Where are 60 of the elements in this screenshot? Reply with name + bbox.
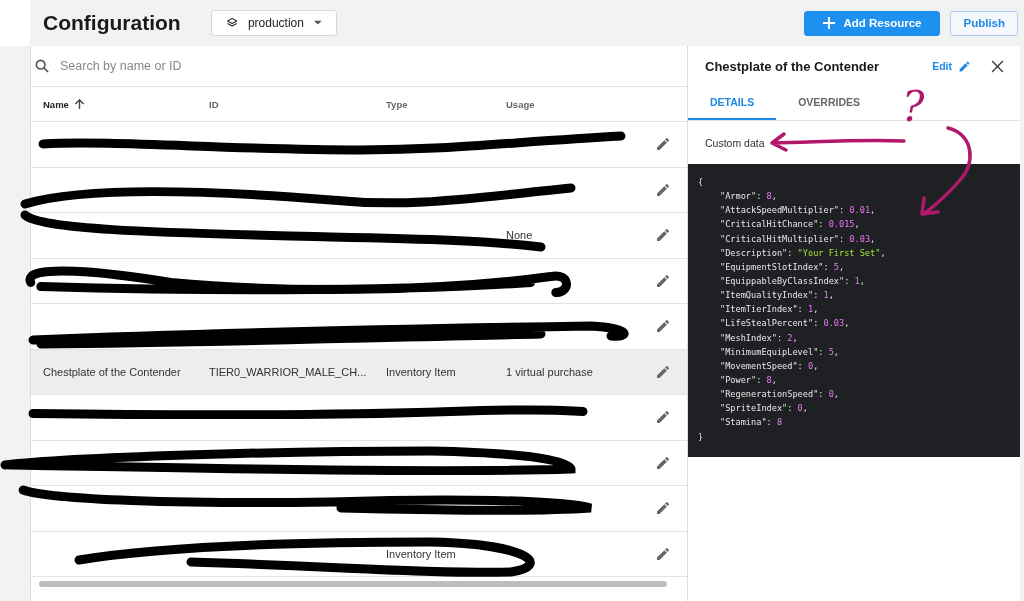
publish-button[interactable]: Publish <box>950 10 1018 36</box>
name-cell-text: Chestplate of the Contender <box>42 365 182 378</box>
column-header[interactable]: ID <box>209 98 386 110</box>
type-cell-text: Inventory Item <box>386 365 457 378</box>
code-line: "CriticalHitMultiplier": 0.03, <box>719 232 877 246</box>
code-line: "SpriteIndex": 0, <box>719 402 809 416</box>
add-resource-button[interactable]: Add Resource <box>804 10 941 36</box>
environment-dropdown[interactable]: production <box>210 10 337 36</box>
close-icon[interactable] <box>991 59 1004 73</box>
search-icon <box>34 58 50 74</box>
question-mark: ? <box>902 86 925 128</box>
edit-button[interactable]: Edit <box>932 59 971 73</box>
edit-pencil-icon <box>655 181 671 198</box>
code-line: } <box>698 430 705 444</box>
edit-pencil-icon <box>655 272 671 289</box>
code-line: "Description": "Your First Set", <box>719 246 887 260</box>
plus-icon <box>823 17 836 29</box>
caret-icon <box>313 20 322 26</box>
detail-title: Chestplate of the Contender <box>705 58 881 74</box>
code-line: "MeshIndex": 2, <box>719 331 799 345</box>
edit-pencil-icon <box>655 545 671 562</box>
usage-cell-text: None <box>506 229 534 242</box>
pencil-icon <box>958 59 971 73</box>
code-line: "AttackSpeedMultiplier": 0.01, <box>719 204 877 218</box>
scrollbar-thumb[interactable] <box>39 581 667 587</box>
code-line: "Armor": 8, <box>719 190 778 204</box>
code-line: "RegenerationSpeed": 0, <box>719 388 841 402</box>
edit-pencil-icon <box>655 363 671 380</box>
code-line: "ItemQualityIndex": 1, <box>719 289 835 303</box>
column-header[interactable]: Usage <box>506 98 646 110</box>
edit-pencil-icon <box>655 409 671 426</box>
page-title: Configuration <box>43 11 181 35</box>
edit-pencil-icon <box>655 227 671 244</box>
sort-arrow-icon <box>73 98 85 110</box>
code-line: "LifeStealPercent": 0.03, <box>719 317 851 331</box>
column-header[interactable]: Name <box>31 98 209 110</box>
detail-tab[interactable]: DETAILS <box>688 86 777 120</box>
usage-cell-text: 1 virtual purchase <box>506 365 594 378</box>
code-line: "ItemTierIndex": 1, <box>719 303 820 317</box>
edit-pencil-icon <box>655 500 671 517</box>
code-line: "CriticalHitChance": 0.015, <box>719 218 861 232</box>
code-line: "Stamina": 8 <box>719 416 784 430</box>
search-field[interactable]: Search by name or ID <box>58 58 362 74</box>
table-row[interactable]: Chestplate of the Contender TIER0_WARRIOR_MALE_CH... Inventory Item 1 virtual purchase <box>31 349 687 395</box>
code-line: "Power": 8, <box>719 373 778 387</box>
edit-pencil-icon <box>655 136 671 153</box>
column-header[interactable]: Type <box>386 98 506 110</box>
id-cell-text: TIER0_WARRIOR_MALE_CH... <box>209 365 368 378</box>
code-line: "EquipmentSlotIndex": 5, <box>719 260 846 274</box>
edit-pencil-icon <box>655 454 671 471</box>
code-line: "MovementSpeed": 0, <box>719 359 820 373</box>
code-line: "MinimumEquipLevel": 5, <box>719 345 841 359</box>
section-label: Custom data <box>705 137 765 149</box>
detail-tab[interactable]: OVERRIDES <box>776 86 882 120</box>
table-row[interactable]: Inventory Item <box>31 531 687 577</box>
code-line: { <box>698 176 705 189</box>
type-cell-text: Inventory Item <box>386 547 457 560</box>
code-line: "EquippableByClassIndex": 1, <box>719 275 866 288</box>
table-row[interactable]: None <box>31 213 687 259</box>
edit-pencil-icon <box>655 318 671 335</box>
